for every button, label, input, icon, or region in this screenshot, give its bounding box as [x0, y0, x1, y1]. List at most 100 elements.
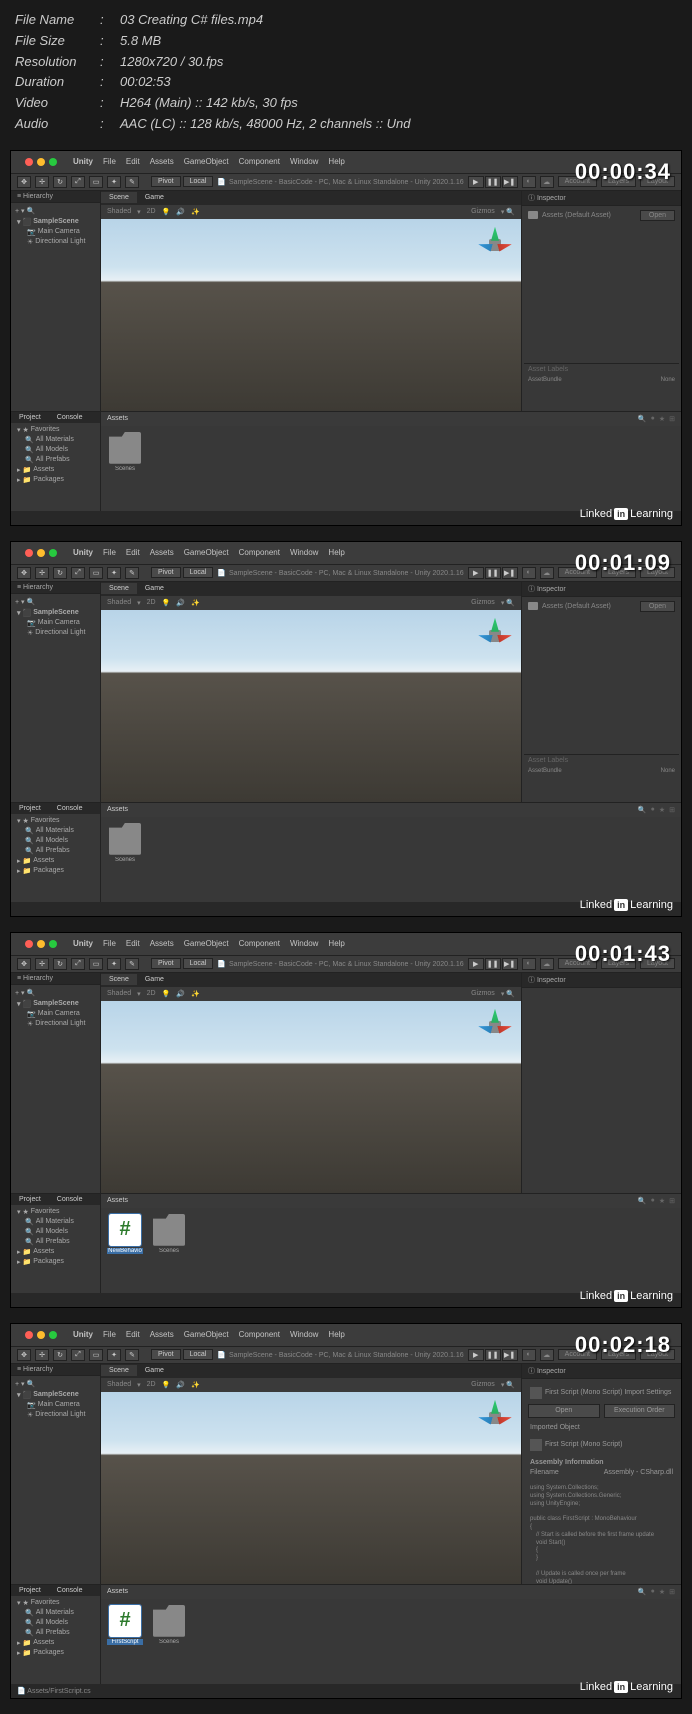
scene-root[interactable]: ▾ ⬛ SampleScene	[15, 1390, 96, 1400]
all-models[interactable]: 🔍 All Models	[15, 445, 96, 455]
inspector-tab[interactable]: ⓘ Inspector	[522, 1364, 681, 1379]
transform-tool-button[interactable]: ✦	[107, 958, 121, 970]
breadcrumb[interactable]: Assets	[107, 806, 128, 813]
hierarchy-tab[interactable]: ≡ Hierarchy	[11, 582, 100, 594]
hierarchy-tab[interactable]: ≡ Hierarchy	[11, 973, 100, 985]
custom-tool-button[interactable]: ✎	[125, 567, 139, 579]
asset-item[interactable]: Scenes	[151, 1605, 187, 1645]
packages-folder[interactable]: ▸ 📁 Packages	[15, 1257, 96, 1267]
pause-button[interactable]: ❚❚	[485, 176, 501, 188]
2d-toggle[interactable]: 2D	[147, 208, 156, 215]
step-button[interactable]: ▶❚	[502, 176, 518, 188]
hierarchy-tab[interactable]: ≡ Hierarchy	[11, 1364, 100, 1376]
gizmos-dropdown[interactable]: Gizmos	[471, 208, 495, 215]
scene-viewport[interactable]	[101, 610, 521, 802]
scale-tool-button[interactable]: ⤢	[71, 567, 85, 579]
packages-folder[interactable]: ▸ 📁 Packages	[15, 475, 96, 485]
scene-tab[interactable]: Scene	[101, 1365, 137, 1376]
all-prefabs[interactable]: 🔍 All Prefabs	[15, 455, 96, 465]
gizmos-dropdown[interactable]: Gizmos	[471, 990, 495, 997]
packages-folder[interactable]: ▸ 📁 Packages	[15, 866, 96, 876]
console-tab[interactable]: Console	[49, 412, 91, 423]
open-button[interactable]: Open	[640, 601, 675, 612]
mac-traffic-lights[interactable]	[19, 936, 63, 952]
menu-component[interactable]: Component	[239, 548, 280, 557]
menu-gameobject[interactable]: GameObject	[184, 939, 229, 948]
mac-traffic-lights[interactable]	[19, 1327, 63, 1343]
step-button[interactable]: ▶❚	[502, 1349, 518, 1361]
minimize-icon[interactable]	[37, 158, 45, 166]
breadcrumb[interactable]: Assets	[107, 1588, 128, 1595]
pause-button[interactable]: ❚❚	[485, 567, 501, 579]
breadcrumb[interactable]: Assets	[107, 1197, 128, 1204]
all-prefabs[interactable]: 🔍 All Prefabs	[15, 846, 96, 856]
assets-folder[interactable]: ▸ 📁 Assets	[15, 465, 96, 475]
filter-icon[interactable]: ●	[651, 806, 655, 814]
scale-tool-button[interactable]: ⤢	[71, 176, 85, 188]
all-prefabs[interactable]: 🔍 All Prefabs	[15, 1237, 96, 1247]
menu-help[interactable]: Help	[328, 157, 344, 166]
menu-component[interactable]: Component	[239, 157, 280, 166]
menu-unity[interactable]: Unity	[73, 548, 93, 557]
menu-window[interactable]: Window	[290, 157, 318, 166]
minimize-icon[interactable]	[37, 549, 45, 557]
game-tab[interactable]: Game	[137, 583, 172, 594]
menu-gameobject[interactable]: GameObject	[184, 548, 229, 557]
assets-folder[interactable]: ▸ 📁 Assets	[15, 1247, 96, 1257]
orientation-gizmo[interactable]	[475, 616, 515, 656]
hierarchy-item[interactable]: ☀ Directional Light	[15, 1019, 96, 1029]
custom-tool-button[interactable]: ✎	[125, 958, 139, 970]
inspector-tab[interactable]: ⓘ Inspector	[522, 191, 681, 206]
all-materials[interactable]: 🔍 All Materials	[15, 826, 96, 836]
scene-tab[interactable]: Scene	[101, 192, 137, 203]
all-materials[interactable]: 🔍 All Materials	[15, 1217, 96, 1227]
orientation-gizmo[interactable]	[475, 1007, 515, 1047]
menu-edit[interactable]: Edit	[126, 1330, 140, 1339]
local-toggle[interactable]: Local	[183, 1349, 214, 1360]
favorites-folder[interactable]: ▾ ★ Favorites	[15, 425, 96, 435]
2d-toggle[interactable]: 2D	[147, 990, 156, 997]
scale-tool-button[interactable]: ⤢	[71, 1349, 85, 1361]
execution-order-button[interactable]: Execution Order	[604, 1404, 676, 1418]
hand-tool-button[interactable]: ✥	[17, 1349, 31, 1361]
collab-button[interactable]: ◐	[522, 567, 536, 579]
console-tab[interactable]: Console	[49, 803, 91, 814]
collab-button[interactable]: ◐	[522, 1349, 536, 1361]
assets-folder[interactable]: ▸ 📁 Assets	[15, 856, 96, 866]
project-tab[interactable]: Project	[11, 1585, 49, 1596]
close-icon[interactable]	[25, 158, 33, 166]
scene-viewport[interactable]	[101, 219, 521, 411]
all-materials[interactable]: 🔍 All Materials	[15, 435, 96, 445]
custom-tool-button[interactable]: ✎	[125, 1349, 139, 1361]
hand-tool-button[interactable]: ✥	[17, 958, 31, 970]
assets-folder[interactable]: ▸ 📁 Assets	[15, 1638, 96, 1648]
cloud-button[interactable]: ☁	[540, 567, 554, 579]
filter-icon[interactable]: ●	[651, 1197, 655, 1205]
menu-assets[interactable]: Assets	[150, 157, 174, 166]
move-tool-button[interactable]: ✢	[35, 567, 49, 579]
lighting-toggle[interactable]: 💡	[162, 208, 171, 216]
minimize-icon[interactable]	[37, 940, 45, 948]
local-toggle[interactable]: Local	[183, 567, 214, 578]
maximize-icon[interactable]	[49, 1331, 57, 1339]
hand-tool-button[interactable]: ✥	[17, 567, 31, 579]
hierarchy-item[interactable]: ☀ Directional Light	[15, 237, 96, 247]
menu-file[interactable]: File	[103, 1330, 116, 1339]
menu-assets[interactable]: Assets	[150, 1330, 174, 1339]
inspector-tab[interactable]: ⓘ Inspector	[522, 973, 681, 988]
lighting-toggle[interactable]: 💡	[162, 599, 171, 607]
search-icon[interactable]: 🔍	[638, 806, 647, 814]
pivot-toggle[interactable]: Pivot	[151, 958, 181, 969]
search-icon[interactable]: 🔍	[638, 1197, 647, 1205]
lighting-toggle[interactable]: 💡	[162, 1381, 171, 1389]
search-icon[interactable]: 🔍	[638, 415, 647, 423]
rect-tool-button[interactable]: ▭	[89, 958, 103, 970]
close-icon[interactable]	[25, 1331, 33, 1339]
project-tab[interactable]: Project	[11, 412, 49, 423]
inspector-tab[interactable]: ⓘ Inspector	[522, 582, 681, 597]
audio-toggle[interactable]: 🔊	[176, 208, 185, 216]
rect-tool-button[interactable]: ▭	[89, 176, 103, 188]
rotate-tool-button[interactable]: ↻	[53, 958, 67, 970]
gizmos-dropdown[interactable]: Gizmos	[471, 1381, 495, 1388]
menu-gameobject[interactable]: GameObject	[184, 1330, 229, 1339]
